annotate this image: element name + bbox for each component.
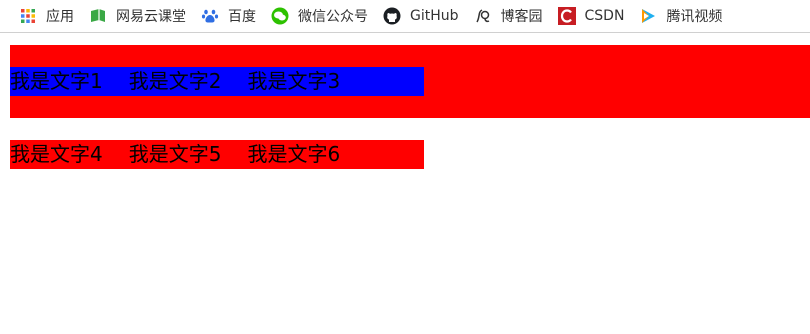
text-item: 我是文字3	[247, 69, 341, 93]
text-item: 我是文字4	[10, 142, 103, 166]
bookmark-netease[interactable]: 网易云课堂	[88, 0, 192, 32]
bookmark-tencent-video[interactable]: 腾讯视频	[638, 0, 728, 32]
text-item: 我是文字5	[128, 142, 222, 166]
bookmark-csdn[interactable]: CSDN	[557, 0, 631, 32]
bookmark-label: 百度	[228, 9, 256, 25]
bookmark-label: 微信公众号	[298, 9, 368, 25]
bookmark-label: 网易云课堂	[116, 9, 186, 25]
cnblogs-icon	[473, 6, 493, 26]
bookmark-cnblogs[interactable]: 博客园	[473, 0, 549, 32]
bookmark-label: GitHub	[410, 8, 459, 24]
github-icon	[382, 6, 402, 26]
text-item: 我是文字6	[247, 142, 341, 166]
tencent-video-icon	[638, 6, 658, 26]
text-item: 我是文字1	[10, 69, 103, 93]
text-row-2: 我是文字4 我是文字5 我是文字6	[10, 140, 366, 169]
bookmark-wechat[interactable]: 微信公众号	[270, 0, 374, 32]
wechat-icon	[270, 6, 290, 26]
bookmark-label: 博客园	[500, 9, 543, 25]
inner-block-blue: 我是文字1 我是文字2 我是文字3	[10, 67, 424, 96]
block-red: 我是文字4 我是文字5 我是文字6	[10, 140, 424, 169]
bookmark-baidu[interactable]: 百度	[200, 0, 262, 32]
text-row-1: 我是文字1 我是文字2 我是文字3	[10, 67, 366, 96]
bookmark-label: 腾讯视频	[666, 9, 723, 25]
outer-block-red: 我是文字1 我是文字2 我是文字3	[10, 45, 810, 118]
apps-grid-icon	[18, 6, 38, 26]
bookmark-label: 应用	[46, 9, 74, 25]
bookmarks-bar: 应用 网易云课堂 百度 微信公众号 GitHub 博客园 CSDN 腾讯视频	[0, 0, 810, 33]
netease-study-icon	[88, 6, 108, 26]
bookmark-github[interactable]: GitHub	[382, 0, 465, 32]
baidu-paw-icon	[200, 6, 220, 26]
bookmark-apps[interactable]: 应用	[18, 0, 80, 32]
csdn-icon	[557, 6, 577, 26]
bookmark-label: CSDN	[584, 8, 625, 24]
text-item: 我是文字2	[128, 69, 222, 93]
